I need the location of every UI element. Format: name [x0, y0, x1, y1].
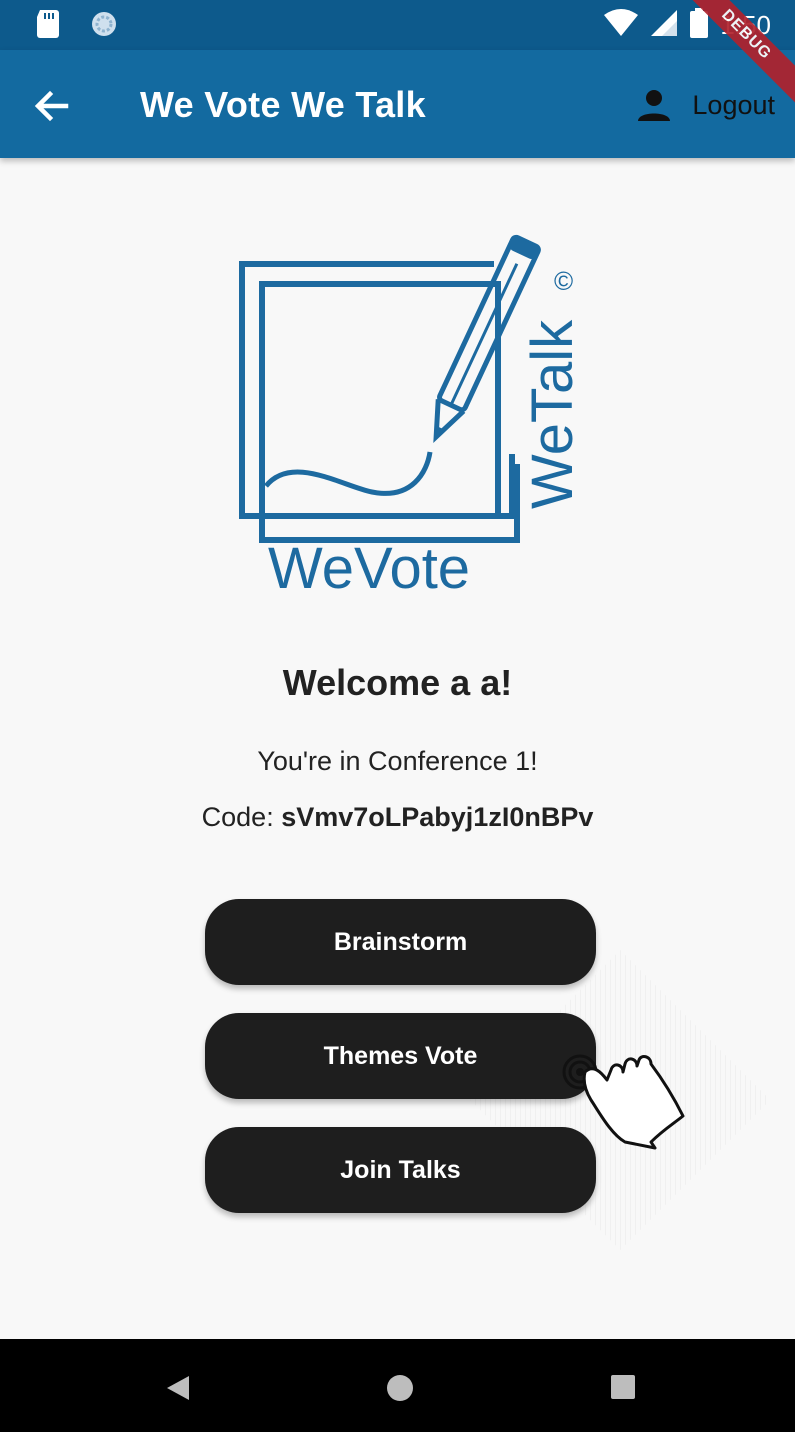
- logout-button[interactable]: Logout: [636, 80, 775, 130]
- conference-text: You're in Conference 1!: [257, 746, 538, 776]
- logo-wevote-text: WeVote: [268, 536, 470, 594]
- join-talks-button[interactable]: Join Talks: [205, 1127, 596, 1213]
- status-bar: 1:50: [0, 0, 795, 50]
- signal-icon: [650, 9, 678, 42]
- nav-back-icon[interactable]: [165, 1374, 191, 1407]
- code-value: sVmv7oLPabyj1zI0nBPv: [281, 802, 594, 832]
- back-button[interactable]: [30, 84, 74, 128]
- code-label: Code:: [201, 802, 274, 832]
- app-title: We Vote We Talk: [140, 84, 426, 125]
- sd-card-icon: [36, 10, 60, 38]
- conference-code: Code: sVmv7oLPabyj1zI0nBPv: [0, 802, 795, 833]
- nav-recents-icon[interactable]: [611, 1375, 635, 1404]
- logout-label: Logout: [692, 89, 775, 120]
- logo-copyright: ©: [554, 266, 573, 296]
- nav-home-icon[interactable]: [386, 1374, 414, 1407]
- welcome-heading: Welcome a a!: [282, 662, 513, 703]
- person-icon: [638, 90, 671, 121]
- wifi-icon: [604, 9, 639, 42]
- arrow-back-icon: [34, 90, 69, 122]
- brainstorm-button[interactable]: Brainstorm: [205, 899, 596, 985]
- logo-wetalk-text: WeTalk: [520, 319, 577, 509]
- tap-hand-icon: [555, 1050, 695, 1160]
- sync-icon: [90, 10, 118, 38]
- app-bar: We Vote We Talk Logout: [0, 50, 795, 158]
- themes-vote-button[interactable]: Themes Vote: [205, 1013, 596, 1099]
- wevote-wetalk-logo: WeTalk © WeVote: [232, 224, 585, 601]
